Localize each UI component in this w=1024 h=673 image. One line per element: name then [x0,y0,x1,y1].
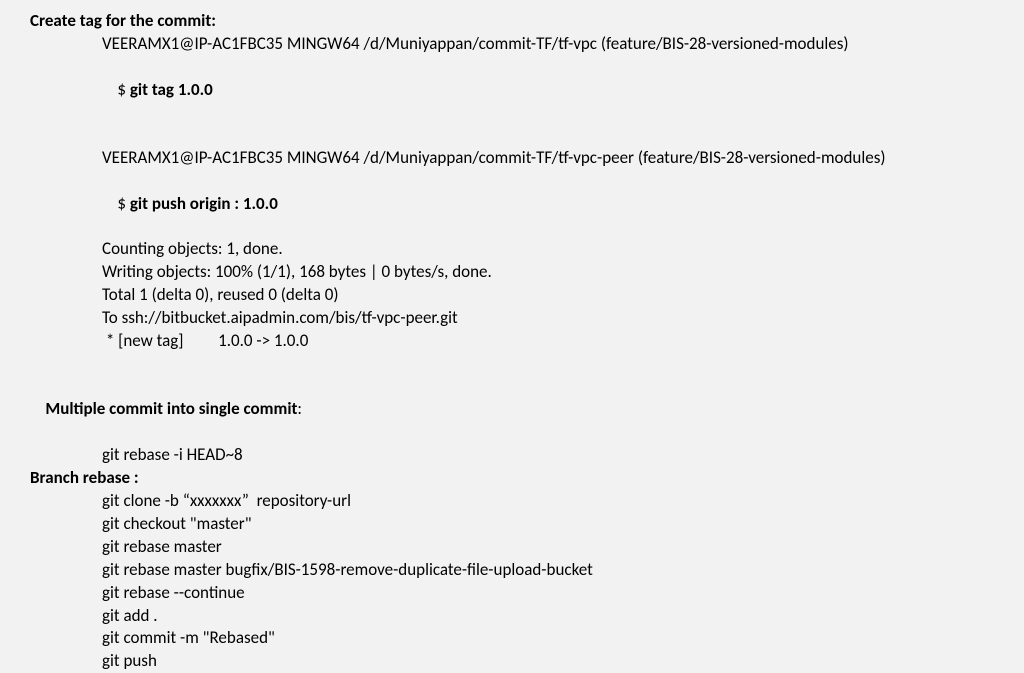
terminal-output: Total 1 (delta 0), reused 0 (delta 0) [30,284,994,307]
terminal-output: * [new tag] 1.0.0 -> 1.0.0 [30,330,994,353]
git-command: git rebase -i HEAD~8 [30,444,994,467]
git-command: git add . [30,605,994,628]
git-command: git checkout "master" [30,513,994,536]
git-command: git push [30,650,994,673]
terminal-output: To ssh://bitbucket.aipadmin.com/bis/tf-v… [30,307,994,330]
git-command: git clone -b “xxxxxxx” repository-url [30,490,994,513]
colon: : [297,398,302,419]
blank-line [30,353,994,375]
git-command: git rebase master bugfix/BIS-1598-remove… [30,559,994,582]
git-command: git commit -m "Rebased" [30,627,994,650]
prompt: $ [117,193,129,214]
terminal-line: VEERAMX1@IP-AC1FBC35 MINGW64 /d/Muniyapp… [30,147,994,170]
prompt: $ [117,79,129,100]
terminal-line: $ git push origin : 1.0.0 [30,170,994,239]
section-create-tag: Create tag for the commit: VEERAMX1@IP-A… [30,10,994,353]
git-command: git tag 1.0.0 [130,79,213,100]
git-command: git rebase master [30,536,994,559]
terminal-line: VEERAMX1@IP-AC1FBC35 MINGW64 /d/Muniyapp… [30,33,994,56]
git-command: git rebase --continue [30,582,994,605]
heading-branch-rebase: Branch rebase : [30,467,994,490]
git-command: git push origin : 1.0.0 [130,193,278,214]
section-branch-rebase: Branch rebase : git clone -b “xxxxxxx” r… [30,467,994,673]
heading-text: Multiple commit into single commit [45,398,297,419]
terminal-output: Writing objects: 100% (1/1), 168 bytes |… [30,261,994,284]
heading-create-tag: Create tag for the commit: [30,10,994,33]
section-multiple-commit: Multiple commit into single commit: git … [30,375,994,467]
heading-multiple-commit: Multiple commit into single commit: [30,375,994,444]
terminal-output: Counting objects: 1, done. [30,238,994,261]
blank-line [30,125,994,147]
terminal-line: $ git tag 1.0.0 [30,56,994,125]
